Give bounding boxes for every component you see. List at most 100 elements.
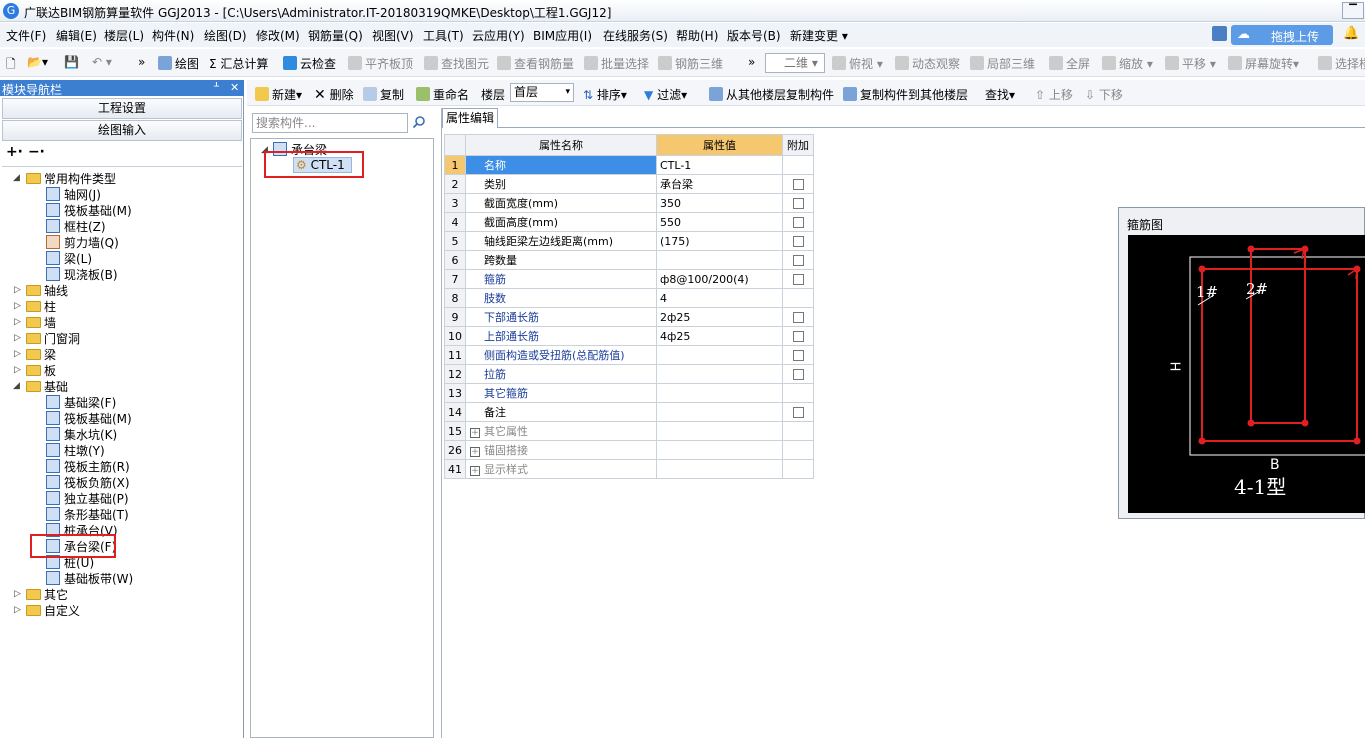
menu-rebar[interactable]: 钢筋量(Q) [308, 27, 363, 44]
prop-value[interactable] [656, 364, 783, 384]
tree-item-raft[interactable]: 筏板基础(M) [46, 202, 132, 219]
copy-button[interactable]: 复制 [363, 86, 404, 103]
prop-value[interactable] [656, 402, 783, 422]
tree-item-raft-foundation[interactable]: 筏板基础(M) [46, 410, 132, 427]
save-icon[interactable]: 💾 [64, 55, 79, 69]
tree-item-axis-grid[interactable]: 轴网(J) [46, 186, 101, 203]
fullscreen-button[interactable]: 全屏 [1049, 55, 1090, 72]
menu-draw[interactable]: 绘图(D) [204, 27, 247, 44]
drawing-input-button[interactable]: 绘图输入 [2, 120, 242, 141]
menu-component[interactable]: 构件(N) [152, 27, 194, 44]
undo-icon[interactable]: ↶ ▾ [92, 55, 112, 69]
new-file-icon[interactable]: 🗋 [6, 55, 16, 76]
filter-button[interactable]: ▼ 过滤▾ [644, 86, 687, 103]
table-row[interactable]: 8 肢数 4 [444, 288, 814, 308]
tree-group-openings[interactable]: 门窗洞 [26, 330, 80, 347]
table-row[interactable]: 11 侧面构造或受扭筋(总配筋值) [444, 345, 814, 365]
table-row-group[interactable]: 15 + 其它属性 [444, 421, 814, 441]
floor-select[interactable]: 首层 ▾ [510, 83, 574, 102]
expand-plus-icon[interactable]: + [470, 447, 480, 457]
prop-value[interactable]: 350 [656, 193, 783, 213]
prop-value[interactable] [656, 383, 783, 403]
menu-modify[interactable]: 修改(M) [256, 27, 300, 44]
expand-triangle-icon[interactable]: ▷ [14, 333, 21, 343]
upload-button[interactable]: ☁ 拖拽上传 [1231, 25, 1333, 45]
extra-checkbox[interactable] [792, 312, 804, 323]
prop-value[interactable]: 4 [656, 288, 783, 308]
tree-group-slab[interactable]: 板 [26, 362, 56, 379]
tree-item-raft-main-rebar[interactable]: 筏板主筋(R) [46, 458, 130, 475]
tree-item-foundation-strip[interactable]: 基础板带(W) [46, 570, 133, 587]
component-search-input[interactable]: 搜索构件... [252, 113, 408, 133]
tree-item-beam[interactable]: 梁(L) [46, 250, 92, 267]
menu-new-change[interactable]: 新建变更 ▾ [790, 27, 848, 44]
expand-plus-icon[interactable]: + [470, 428, 480, 438]
tree-item-sump[interactable]: 集水坑(K) [46, 426, 117, 443]
sort-button[interactable]: ⇅ 排序▾ [583, 86, 627, 103]
tab-property-edit[interactable]: 属性编辑 [442, 108, 498, 128]
pan-button[interactable]: 平移 ▾ [1165, 55, 1216, 72]
menu-edit[interactable]: 编辑(E) [56, 27, 97, 44]
rebar-3d-button[interactable]: 钢筋三维 [658, 55, 723, 72]
top-view-button[interactable]: 俯视 ▾ [832, 55, 883, 72]
prop-value[interactable] [656, 250, 783, 270]
expand-triangle-icon[interactable]: ▷ [14, 365, 21, 375]
select-floor-button[interactable]: 选择楼 [1318, 55, 1365, 72]
collapse-all-icon[interactable]: −‧ [28, 144, 45, 160]
find-element-button[interactable]: 查找图元 [424, 55, 489, 72]
tree-item-strip-footing[interactable]: 条形基础(T) [46, 506, 129, 523]
prop-value[interactable]: CTL-1 [656, 155, 783, 175]
menu-bim[interactable]: BIM应用(I) [533, 27, 592, 44]
expand-triangle-icon[interactable]: ▷ [14, 589, 21, 599]
tree-group-others[interactable]: 其它 [26, 586, 68, 603]
find-button[interactable]: 查找▾ [985, 86, 1015, 103]
collapse-triangle-icon[interactable]: ◢ [13, 381, 20, 391]
copy-from-floor-button[interactable]: 从其他楼层复制构件 [709, 86, 834, 103]
table-row[interactable]: 7 箍筋 ф8@100/200(4) [444, 269, 814, 289]
table-row[interactable]: 4 截面高度(mm) 550 [444, 212, 814, 232]
zoom-button[interactable]: 缩放 ▾ [1102, 55, 1153, 72]
minimize-button[interactable]: ▔ [1342, 2, 1364, 19]
prop-value[interactable]: 4ф25 [656, 326, 783, 346]
tree-item-frame-column[interactable]: 框柱(Z) [46, 218, 106, 235]
table-row-group[interactable]: 26 + 锚固搭接 [444, 440, 814, 460]
rename-button[interactable]: 重命名 [416, 86, 469, 103]
table-row[interactable]: 10 上部通长筋 4ф25 [444, 326, 814, 346]
tree-item-cast-slab[interactable]: 现浇板(B) [46, 266, 118, 283]
menu-cloud[interactable]: 云应用(Y) [472, 27, 525, 44]
table-row-group[interactable]: 41 + 显示样式 [444, 459, 814, 479]
tree-item-column-pier[interactable]: 柱墩(Y) [46, 442, 105, 459]
tree-group-column[interactable]: 柱 [26, 298, 56, 315]
menu-view[interactable]: 视图(V) [372, 27, 414, 44]
extra-checkbox[interactable] [792, 350, 804, 361]
expand-plus-icon[interactable]: + [470, 466, 480, 476]
open-file-icon[interactable]: 📂▾ [27, 55, 48, 69]
expand-all-icon[interactable]: +‧ [6, 144, 23, 160]
search-icon[interactable] [412, 115, 426, 129]
menu-file[interactable]: 文件(F) [6, 27, 46, 44]
table-row[interactable]: 2 类别 承台梁 [444, 174, 814, 194]
draw-button[interactable]: 绘图 [158, 55, 199, 72]
collapse-triangle-icon[interactable]: ◢ [13, 173, 20, 183]
local-3d-button[interactable]: 局部三维 [970, 55, 1035, 72]
expand-triangle-icon[interactable]: ▷ [14, 317, 21, 327]
tree-item-foundation-beam[interactable]: 基础梁(F) [46, 394, 116, 411]
prop-value[interactable]: 550 [656, 212, 783, 232]
prop-value[interactable]: 2ф25 [656, 307, 783, 327]
tree-group-axis[interactable]: 轴线 [26, 282, 68, 299]
close-icon[interactable]: ✕ [230, 81, 239, 94]
expand-triangle-icon[interactable]: ▷ [14, 285, 21, 295]
menu-version[interactable]: 版本号(B) [727, 27, 781, 44]
more-chevron-icon[interactable]: » [748, 55, 755, 69]
batch-select-button[interactable]: 批量选择 [584, 55, 649, 72]
tree-group-wall[interactable]: 墙 [26, 314, 56, 331]
menu-online[interactable]: 在线服务(S) [603, 27, 668, 44]
prop-value[interactable]: (175) [656, 231, 783, 251]
move-up-button[interactable]: ⇧ 上移 [1035, 86, 1073, 103]
more-chevron-icon[interactable]: » [138, 55, 145, 69]
table-row[interactable]: 12 拉筋 [444, 364, 814, 384]
extra-checkbox[interactable] [792, 274, 804, 285]
table-row[interactable]: 9 下部通长筋 2ф25 [444, 307, 814, 327]
screen-rotate-button[interactable]: 屏幕旋转▾ [1228, 55, 1299, 72]
extra-checkbox[interactable] [792, 407, 804, 418]
